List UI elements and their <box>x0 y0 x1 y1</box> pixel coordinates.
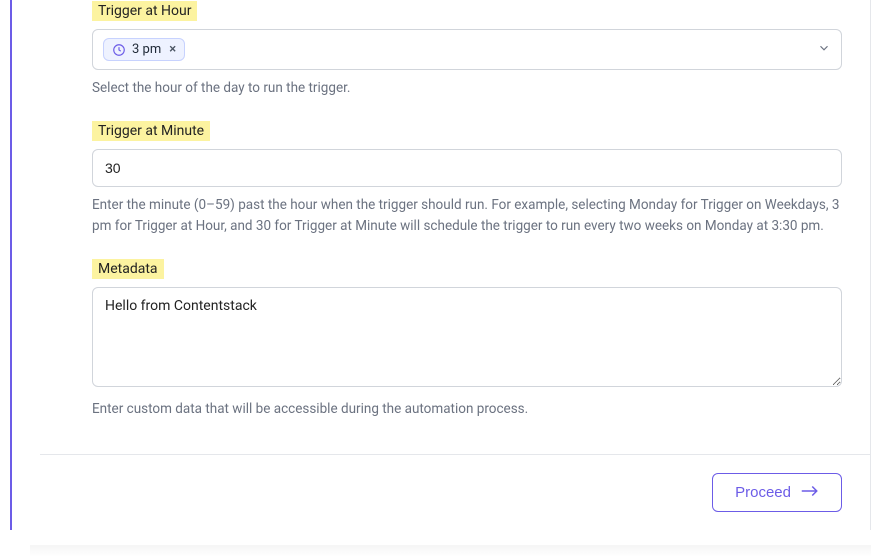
chevron-down-icon[interactable] <box>817 41 831 59</box>
form-panel: Trigger at Hour 3 pm × <box>40 0 871 530</box>
help-metadata: Enter custom data that will be accessibl… <box>92 399 842 419</box>
proceed-label: Proceed <box>735 484 791 501</box>
input-trigger-minute[interactable] <box>92 149 842 187</box>
help-trigger-hour: Select the hour of the day to run the tr… <box>92 78 842 98</box>
label-trigger-hour: Trigger at Hour <box>92 1 197 21</box>
hour-chip-label: 3 pm <box>132 42 161 57</box>
proceed-button[interactable]: Proceed <box>712 473 842 512</box>
field-metadata: Metadata Enter custom data that will be … <box>92 258 842 419</box>
clock-icon <box>112 43 126 57</box>
help-trigger-minute: Enter the minute (0–59) past the hour wh… <box>92 195 842 236</box>
select-trigger-hour[interactable]: 3 pm × <box>92 29 842 70</box>
field-trigger-minute: Trigger at Minute Enter the minute (0–59… <box>92 120 842 236</box>
hour-chip[interactable]: 3 pm × <box>103 38 185 61</box>
panel-shadow <box>30 545 871 557</box>
label-metadata: Metadata <box>92 259 164 279</box>
field-trigger-hour: Trigger at Hour 3 pm × <box>92 0 842 98</box>
arrow-right-icon <box>801 484 819 501</box>
label-trigger-minute: Trigger at Minute <box>92 121 210 141</box>
accent-rail <box>10 0 12 530</box>
footer: Proceed <box>40 454 870 530</box>
hour-chip-remove-icon[interactable]: × <box>169 42 176 57</box>
textarea-metadata[interactable] <box>92 287 842 387</box>
